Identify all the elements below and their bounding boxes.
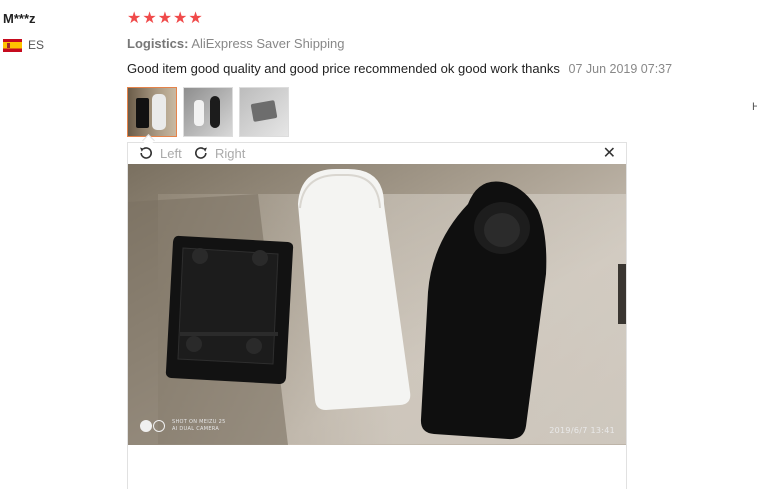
logistics-value: AliExpress Saver Shipping [191,36,345,51]
edge-text: H [752,101,757,113]
review-text: Good item good quality and good price re… [127,61,560,76]
logistics-label: Logistics: [127,36,189,51]
rotate-right-icon [195,147,207,159]
thumb-object [152,94,166,130]
star-icon: ★ [157,10,173,27]
star-icon: ★ [188,10,203,27]
close-viewer-button[interactable]: ✕ [603,145,616,163]
camera-line-2: AI DUAL CAMERA [172,426,220,432]
thumb-object [250,100,278,122]
review-photo-image [128,164,626,445]
star-icon: ★ [173,10,188,27]
thumb-object [194,100,204,126]
logistics-info: Logistics: AliExpress Saver Shipping [127,36,345,51]
rotate-right-label: Right [215,145,246,161]
thumb-object [210,96,220,128]
rotate-left-icon [140,147,152,159]
photo-date-stamp: 2019/6/7 13:41 [549,426,615,435]
star-rating: ★ ★ ★ ★ ★ [127,10,203,28]
review-photo: SHOT ON MEIZU 25 AI DUAL CAMERA 2019/6/7… [128,164,626,445]
star-icon: ★ [142,10,157,27]
camera-watermark: SHOT ON MEIZU 25 AI DUAL CAMERA [140,419,226,433]
star-icon: ★ [127,10,142,27]
thumb-object [136,98,149,128]
rotate-left-label: Left [160,145,182,161]
camera-logo-icon [140,420,166,432]
rotate-right-button[interactable]: Right [193,145,245,161]
review-photo-thumbnail-1[interactable] [127,87,177,137]
spain-flag-icon [3,38,22,52]
review-photo-thumbnail-2[interactable] [183,87,233,137]
review-page: M***z ES ★ ★ ★ ★ ★ Logistics: AliExpress… [0,0,757,489]
photo-viewer: Left Right ✕ SHOT ON MEIZU 25 AI DUAL CA… [127,142,627,489]
camera-line-1: SHOT ON MEIZU 25 [172,419,226,425]
rotate-left-button[interactable]: Left [138,145,182,161]
review-body: Good item good quality and good price re… [127,61,672,76]
reviewer-name: M***z [3,11,36,26]
review-photo-thumbnail-3[interactable] [239,87,289,137]
camera-watermark-text: SHOT ON MEIZU 25 AI DUAL CAMERA [172,419,226,433]
country-code: ES [28,38,45,52]
camera-dot [140,420,152,432]
reviewer-country: ES [3,38,44,52]
photo-viewer-toolbar: Left Right ✕ [128,143,626,165]
review-photo-thumbnails [127,87,289,137]
review-date: 07 Jun 2019 07:37 [568,62,673,76]
camera-dot [153,420,165,432]
